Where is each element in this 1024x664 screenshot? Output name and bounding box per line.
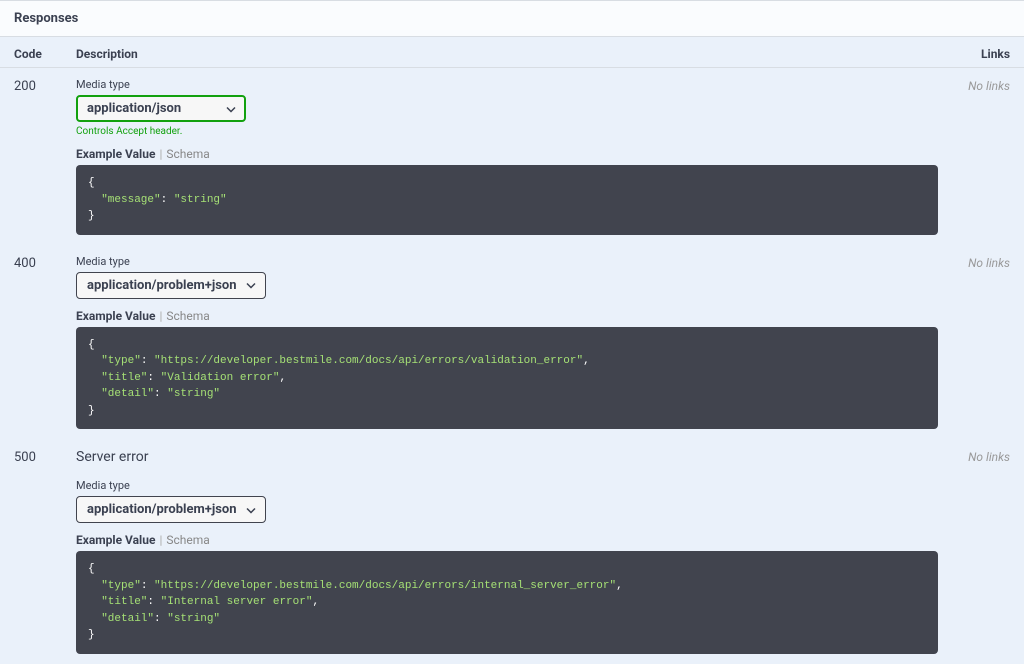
response-row: 500Server error Media type application/pro… [0,439,1024,664]
response-description-cell: Server error Media type application/proble… [76,449,950,660]
response-code: 400 [14,255,76,436]
responses-header: Responses [0,0,1024,37]
tab-divider: | [159,533,162,547]
tab-divider: | [159,147,162,161]
media-type-label: Media type [76,78,938,91]
media-type-select-wrap: application/problem+json [76,272,266,299]
tab-schema[interactable]: Schema [166,309,209,323]
tab-schema[interactable]: Schema [166,147,209,161]
accept-header-note: Controls Accept header. [76,126,938,137]
media-type-label: Media type [76,479,938,492]
tab-example-value[interactable]: Example Value [76,533,155,547]
response-code: 500 [14,449,76,660]
media-type-select[interactable]: application/problem+json [76,272,266,299]
column-code-header: Code [14,47,76,61]
media-type-select-wrap: application/problem+json [76,496,266,523]
media-type-label: Media type [76,255,938,268]
response-description-text: Server error [76,449,938,465]
example-schema-tabs: Example Value | Schema [76,309,938,323]
response-links: No links [950,255,1010,436]
media-type-select-wrap: application/json [76,95,246,122]
example-value-code: { "message": "string" } [76,165,938,235]
response-code: 200 [14,78,76,241]
example-schema-tabs: Example Value | Schema [76,147,938,161]
response-description-cell: Media type application/problem+json Exampl… [76,255,950,436]
response-links: No links [950,449,1010,660]
responses-title: Responses [14,11,78,26]
tab-schema[interactable]: Schema [166,533,209,547]
media-type-select[interactable]: application/json [76,95,246,122]
response-row: 200Media type application/json Controls Ac… [0,68,1024,245]
tab-divider: | [159,309,162,323]
response-row: 400Media type application/problem+json Exa… [0,245,1024,440]
response-links: No links [950,78,1010,241]
example-value-code: { "type": "https://developer.bestmile.co… [76,327,938,430]
responses-table-head: Code Description Links [0,37,1024,68]
example-value-code: { "type": "https://developer.bestmile.co… [76,551,938,654]
example-schema-tabs: Example Value | Schema [76,533,938,547]
tab-example-value[interactable]: Example Value [76,309,155,323]
column-links-header: Links [950,47,1010,61]
tab-example-value[interactable]: Example Value [76,147,155,161]
column-description-header: Description [76,47,950,61]
response-description-cell: Media type application/json Controls Accep… [76,78,950,241]
media-type-select[interactable]: application/problem+json [76,496,266,523]
